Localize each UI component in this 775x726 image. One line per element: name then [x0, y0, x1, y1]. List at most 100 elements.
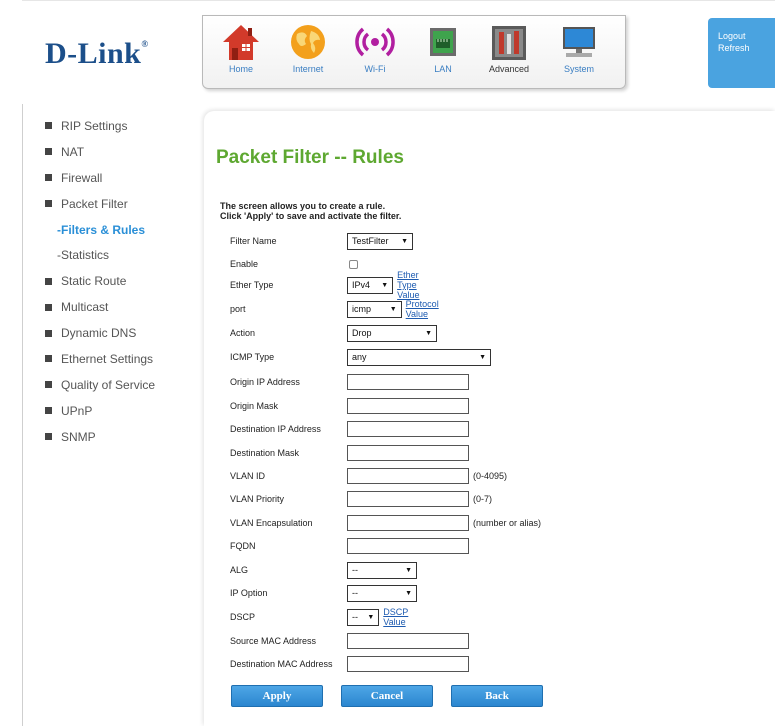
action-label: Action: [230, 328, 256, 338]
ether-type-label: Ether Type: [230, 280, 274, 290]
enable-label: Enable: [230, 259, 259, 269]
nav-wifi-label: Wi-Fi: [364, 64, 386, 74]
enable-checkbox[interactable]: [349, 259, 358, 269]
tools-icon: [488, 22, 530, 62]
sidebar-item-label: UPnP: [61, 403, 93, 418]
sidebar-item-label: Static Route: [61, 274, 127, 289]
dest-mask-input[interactable]: [347, 445, 469, 461]
alg-select[interactable]: -- ▼: [347, 561, 417, 579]
nav-internet-label: Internet: [292, 64, 324, 74]
computer-icon: [558, 22, 600, 62]
home-icon: [220, 22, 262, 62]
back-button[interactable]: Back: [451, 685, 543, 707]
sidebar-item-filters-rules[interactable]: -Filters & Rules: [45, 217, 205, 243]
dscp-select[interactable]: -- ▼: [347, 608, 380, 626]
cancel-button[interactable]: Cancel: [341, 685, 433, 707]
ip-option-value: --: [352, 588, 358, 598]
vlan-priority-input[interactable]: [347, 491, 469, 507]
sidebar-item-packet-filter[interactable]: Packet Filter: [45, 191, 205, 217]
logout-link[interactable]: Logout: [718, 30, 775, 42]
icmp-type-label: ICMP Type: [230, 352, 275, 362]
vlan-priority-hint: (0-7): [473, 494, 493, 504]
bullet-icon: [45, 148, 52, 156]
origin-mask-input[interactable]: [347, 398, 469, 414]
action-value: Drop: [352, 328, 372, 338]
nav-lan[interactable]: LAN: [413, 22, 473, 74]
sidebar-item-label: Dynamic DNS: [61, 326, 137, 341]
sidebar-item-nat[interactable]: NAT: [45, 139, 205, 165]
sidebar-item-snmp[interactable]: SNMP: [45, 424, 205, 450]
wifi-icon: [354, 22, 396, 62]
logo-text: D-Link: [45, 37, 142, 70]
dscp-value: --: [352, 612, 358, 622]
sidebar-item-upnp[interactable]: UPnP: [45, 398, 205, 424]
sidebar-item-label: Quality of Service: [61, 377, 156, 392]
origin-ip-label: Origin IP Address: [230, 377, 300, 387]
apply-button[interactable]: Apply: [231, 685, 323, 707]
nav-wifi[interactable]: Wi-Fi: [345, 22, 405, 74]
dropdown-arrow-icon: ▼: [479, 353, 486, 361]
vlan-encap-input[interactable]: [347, 515, 469, 531]
dscp-label: DSCP: [230, 612, 256, 622]
vlan-encap-hint: (number or alias): [473, 518, 542, 528]
sidebar-item-rip-settings[interactable]: RIP Settings: [45, 113, 205, 139]
sidebar-item-label: Multicast: [61, 300, 109, 315]
port-select[interactable]: icmp ▼: [347, 300, 402, 318]
bullet-icon: [45, 433, 52, 441]
vlan-id-input[interactable]: [347, 468, 469, 484]
page-title: Packet Filter -- Rules: [216, 147, 404, 168]
nav-advanced[interactable]: Advanced: [479, 22, 539, 74]
nav-home[interactable]: Home: [211, 22, 271, 74]
filter-name-label: Filter Name: [230, 236, 277, 246]
sidebar-item-label: SNMP: [61, 429, 96, 444]
sidebar-item-label: NAT: [61, 144, 85, 159]
bullet-icon: [45, 303, 52, 311]
sidebar-item-label: -Filters & Rules: [57, 222, 146, 237]
ether-type-value: IPv4: [352, 280, 371, 290]
bullet-icon: [45, 174, 52, 182]
bullet-icon: [45, 407, 52, 415]
globe-icon: [287, 22, 329, 62]
nav-system[interactable]: System: [549, 22, 609, 74]
top-nav: Home Internet Wi-Fi LAN Advanced System: [202, 15, 626, 89]
dropdown-arrow-icon: ▼: [381, 281, 389, 289]
sidebar-item-dynamic-dns[interactable]: Dynamic DNS: [45, 320, 205, 346]
vlan-priority-label: VLAN Priority: [230, 494, 285, 504]
dropdown-arrow-icon: ▼: [405, 566, 412, 574]
sidebar-item-label: Ethernet Settings: [61, 351, 154, 366]
dropdown-arrow-icon: ▼: [401, 237, 408, 245]
sidebar-item-ethernet-settings[interactable]: Ethernet Settings: [45, 346, 205, 372]
sidebar-item-qos[interactable]: Quality of Service: [45, 372, 205, 398]
sidebar-item-label: -Statistics: [57, 248, 110, 263]
dst-mac-input[interactable]: [347, 656, 469, 672]
dest-ip-label: Destination IP Address: [230, 424, 321, 434]
dst-mac-label: Destination MAC Address: [230, 659, 333, 669]
registered-mark: ®: [141, 39, 149, 49]
action-select[interactable]: Drop ▼: [347, 324, 437, 342]
ether-type-select[interactable]: IPv4 ▼: [347, 276, 394, 294]
alg-value: --: [352, 565, 358, 575]
refresh-link[interactable]: Refresh: [718, 42, 775, 54]
bullet-icon: [45, 277, 52, 285]
dscp-value-link[interactable]: DSCP Value: [383, 607, 418, 627]
sidebar-item-firewall[interactable]: Firewall: [45, 165, 205, 191]
dest-mask-label: Destination Mask: [230, 448, 300, 458]
sidebar-item-static-route[interactable]: Static Route: [45, 268, 205, 294]
filter-name-select[interactable]: TestFilter ▼: [347, 232, 413, 250]
src-mac-input[interactable]: [347, 633, 469, 649]
intro-text: The screen allows you to create a rule. …: [220, 201, 401, 221]
nav-internet[interactable]: Internet: [278, 22, 338, 74]
dest-ip-input[interactable]: [347, 421, 469, 437]
dropdown-arrow-icon: ▼: [389, 305, 397, 313]
sidebar-item-multicast[interactable]: Multicast: [45, 294, 205, 320]
ether-type-value-link[interactable]: Ether Type Value: [397, 270, 440, 300]
icmp-type-select[interactable]: any ▼: [347, 348, 491, 366]
origin-ip-input[interactable]: [347, 374, 469, 390]
protocol-value-link[interactable]: Protocol Value: [406, 299, 451, 319]
sidebar-item-statistics[interactable]: -Statistics: [45, 242, 205, 268]
intro-line-1: The screen allows you to create a rule.: [220, 201, 386, 211]
ip-option-select[interactable]: -- ▼: [347, 584, 417, 602]
sidebar-item-label: RIP Settings: [61, 118, 128, 133]
user-menu: Logout Refresh: [708, 18, 775, 88]
fqdn-input[interactable]: [347, 538, 469, 554]
